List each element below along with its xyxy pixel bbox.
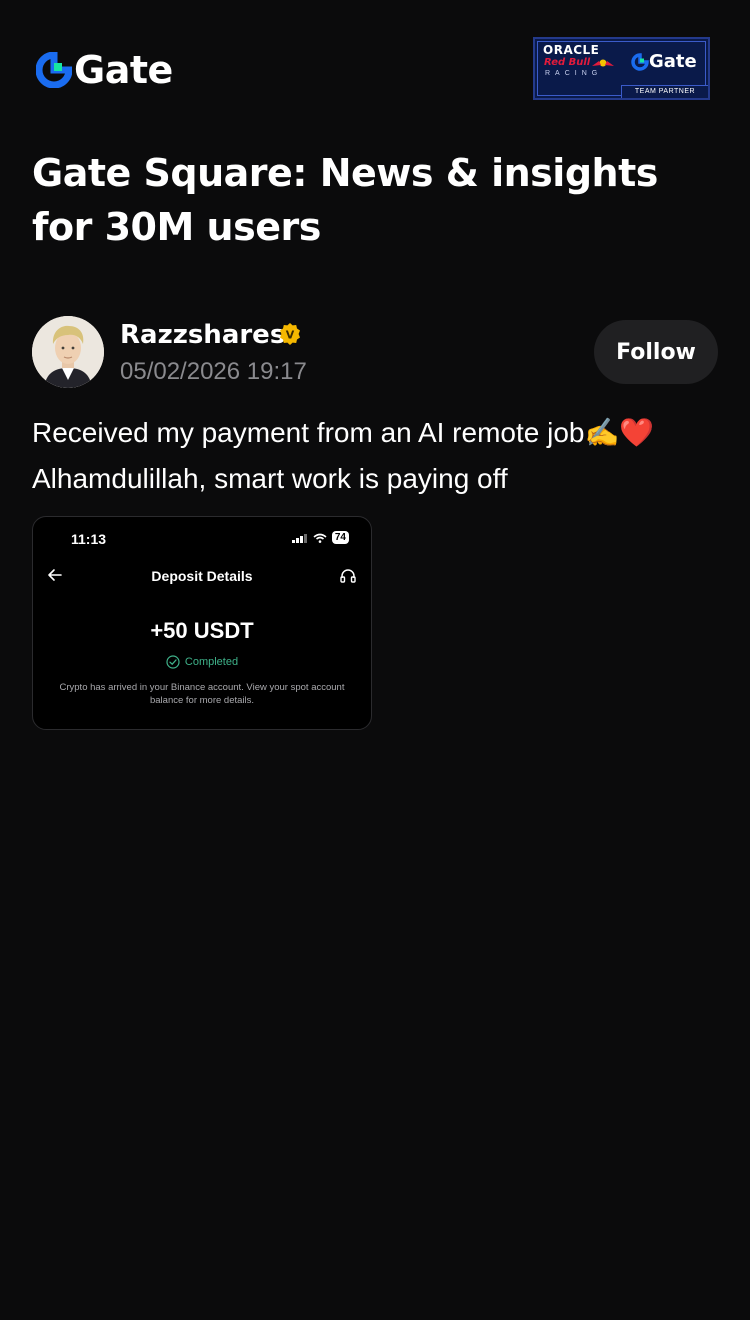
racing-wordmark: RACING bbox=[545, 70, 603, 77]
page-title: Gate Square: News & insights for 30M use… bbox=[32, 151, 658, 249]
svg-text:V: V bbox=[286, 329, 295, 342]
check-circle-icon bbox=[166, 655, 180, 669]
attachment-title: Deposit Details bbox=[151, 568, 253, 584]
gate-logo-small-icon bbox=[631, 52, 649, 71]
headset-icon bbox=[340, 569, 356, 583]
team-partner-label: TEAM PARTNER bbox=[621, 85, 708, 98]
follow-button[interactable]: Follow bbox=[594, 320, 718, 384]
avatar-image bbox=[32, 316, 104, 388]
author-name[interactable]: Razzshares bbox=[120, 318, 285, 352]
post-text-line-2: Alhamdulillah, smart work is paying off bbox=[32, 463, 508, 494]
team-partner-badge: ORACLE Red Bull RACING Gate TEAM PARTNER bbox=[533, 37, 710, 100]
wifi-icon bbox=[313, 533, 327, 543]
deposit-note: Crypto has arrived in your Binance accou… bbox=[59, 682, 345, 706]
post-body: Received my payment from an AI remote jo… bbox=[32, 410, 722, 502]
post-timestamp: 05/02/2026 19:17 bbox=[120, 358, 307, 385]
page: Gate ORACLE Red Bull RACING Gate TEAM PA… bbox=[0, 0, 750, 1320]
gate-logo[interactable]: Gate bbox=[36, 50, 173, 90]
deposit-status: Completed bbox=[33, 655, 371, 669]
battery-icon: 74 bbox=[331, 531, 349, 544]
post-image-attachment[interactable]: 11:13 74 Deposit Details +50 USDT Comple… bbox=[32, 516, 372, 730]
verified-badge-icon: V bbox=[280, 323, 300, 345]
post-author-row: Razzshares V 05/02/2026 19:17 Follow bbox=[32, 316, 718, 388]
header: Gate ORACLE Red Bull RACING Gate TEAM PA… bbox=[0, 0, 750, 140]
bull-icon bbox=[592, 59, 614, 67]
deposit-status-label: Completed bbox=[184, 656, 239, 668]
signal-icon bbox=[291, 533, 307, 543]
badge-gate-logo: Gate bbox=[631, 51, 697, 72]
gate-logo-icon bbox=[36, 52, 72, 88]
attachment-status-icons: 74 bbox=[291, 531, 349, 544]
oracle-wordmark: ORACLE bbox=[543, 43, 600, 57]
redbull-wordmark: Red Bull bbox=[544, 57, 591, 68]
logo-text: Gate bbox=[74, 48, 173, 92]
attachment-status-time: 11:13 bbox=[71, 531, 107, 547]
post-text-line-1: Received my payment from an AI remote jo… bbox=[32, 417, 655, 448]
avatar[interactable] bbox=[32, 316, 104, 388]
deposit-amount: +50 USDT bbox=[150, 618, 254, 643]
badge-gate-text: Gate bbox=[649, 51, 697, 72]
